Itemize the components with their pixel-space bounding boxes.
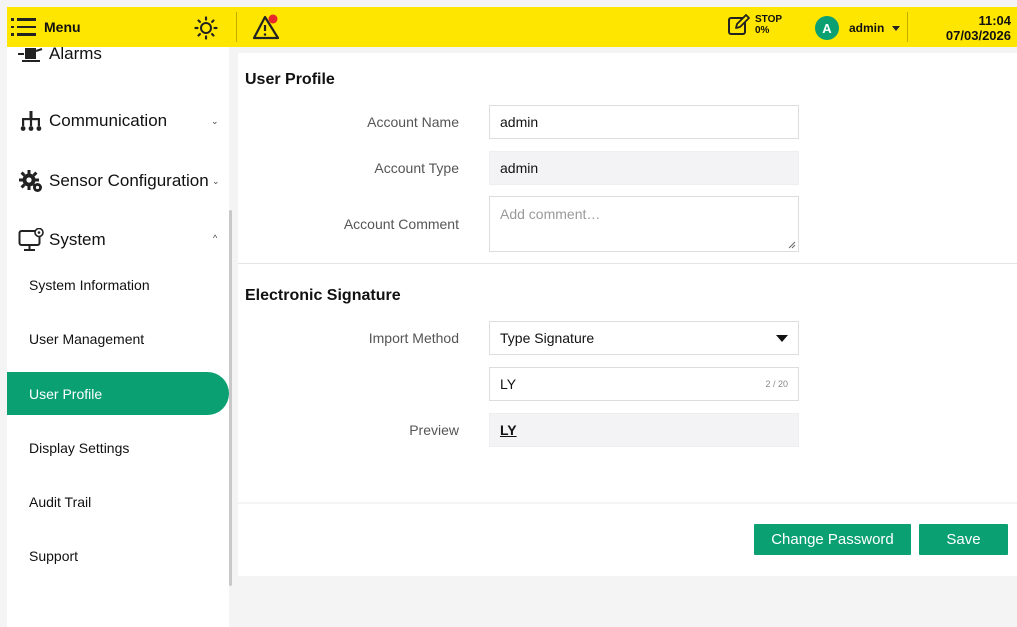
save-button[interactable]: Save <box>919 524 1008 555</box>
chevron-down-icon: ⌄ <box>211 116 219 126</box>
sidebar-item-label: Alarms <box>49 47 102 63</box>
brightness-icon[interactable] <box>194 16 218 40</box>
actions-bar: Change Password Save <box>238 504 1017 576</box>
sidebar-item-alarms[interactable]: Alarms <box>7 47 229 71</box>
sidebar-item-display-settings[interactable]: Display Settings <box>7 426 229 469</box>
profile-panel: User Profile Account Name admin Account … <box>238 53 1017 502</box>
run-status-text: STOP 0% <box>755 14 782 36</box>
edit-icon <box>728 14 750 35</box>
divider <box>238 263 1017 264</box>
warning-icon[interactable] <box>252 14 282 40</box>
signature-preview: LY <box>489 413 799 447</box>
signature-text-value: LY <box>500 376 517 392</box>
sidebar-item-label: User Profile <box>29 385 103 402</box>
user-name: admin <box>849 21 885 35</box>
run-status[interactable]: STOP 0% <box>727 13 782 37</box>
import-method-value: Type Signature <box>500 330 595 346</box>
sidebar-item-sensor-configuration[interactable]: Sensor Configuration ⌄ <box>7 164 229 198</box>
account-comment-textarea[interactable]: Add comment… <box>489 196 799 252</box>
sidebar-item-label: Support <box>29 547 79 564</box>
stop-label: STOP <box>755 14 783 25</box>
sidebar-item-communication[interactable]: Communication ⌄ <box>7 104 229 138</box>
user-menu[interactable]: A admin <box>815 16 901 40</box>
date: 07/03/2026 <box>945 28 1011 43</box>
sidebar-item-system-information[interactable]: System Information <box>7 263 229 306</box>
top-bar: Menu STOP 0% A admin 11:04 07/03/2026 <box>7 7 1017 47</box>
import-method-select[interactable]: Type Signature <box>489 321 799 355</box>
monitor-settings-icon <box>18 228 44 252</box>
sidebar-scrollbar[interactable] <box>229 210 232 586</box>
sidebar-item-user-profile[interactable]: User Profile <box>7 372 229 415</box>
sidebar-item-label: User Management <box>29 330 145 347</box>
sidebar-item-label: Audit Trail <box>29 493 92 510</box>
alarm-icon <box>18 47 44 66</box>
sidebar-item-label: Display Settings <box>29 439 130 456</box>
account-type-label: Account Type <box>374 160 459 176</box>
account-name-label: Account Name <box>367 114 459 130</box>
divider <box>236 12 237 42</box>
account-type-value: admin <box>500 160 539 176</box>
signature-preview-value: LY <box>500 422 517 438</box>
sidebar-item-audit-trail[interactable]: Audit Trail <box>7 480 229 523</box>
chevron-down-icon: ⌄ <box>212 176 220 186</box>
chevron-down-icon <box>892 25 901 31</box>
account-comment-placeholder: Add comment… <box>500 206 601 222</box>
sidebar-item-label: Sensor Configuration <box>49 171 209 190</box>
chevron-up-icon: ^ <box>213 233 218 243</box>
account-type-field: admin <box>489 151 799 185</box>
sidebar-item-label: System Information <box>29 276 150 293</box>
sidebar-item-support[interactable]: Support <box>7 534 229 577</box>
section-title-user-profile: User Profile <box>245 71 335 88</box>
sidebar-item-label: Communication <box>49 111 168 130</box>
sidebar: Alarms Communication ⌄ Sensor Configurat… <box>7 47 229 627</box>
sidebar-item-label: System <box>49 230 106 249</box>
network-icon <box>18 109 44 133</box>
account-name-field[interactable]: admin <box>489 105 799 139</box>
gear-icon <box>18 169 44 193</box>
import-method-label: Import Method <box>368 330 459 346</box>
account-name-value: admin <box>500 114 539 130</box>
character-counter: 2 / 20 <box>765 379 788 389</box>
divider <box>907 12 908 42</box>
menu-button[interactable]: Menu <box>11 15 81 39</box>
resize-handle-icon[interactable] <box>788 241 796 249</box>
signature-text-input[interactable]: LY 2 / 20 <box>489 367 799 401</box>
clock: 11:04 07/03/2026 <box>946 13 1011 43</box>
menu-label: Menu <box>44 19 81 35</box>
progress-percent: 0% <box>755 25 770 36</box>
sidebar-item-system[interactable]: System ^ <box>7 223 229 257</box>
avatar: A <box>815 16 839 40</box>
sidebar-item-user-management[interactable]: User Management <box>7 317 229 360</box>
account-comment-label: Account Comment <box>343 216 459 232</box>
dropdown-arrow-icon <box>776 334 788 342</box>
time: 11:04 <box>978 13 1011 28</box>
section-title-electronic-signature: Electronic Signature <box>245 287 401 304</box>
preview-label: Preview <box>409 422 459 438</box>
change-password-button[interactable]: Change Password <box>754 524 911 555</box>
hamburger-icon <box>11 18 36 36</box>
